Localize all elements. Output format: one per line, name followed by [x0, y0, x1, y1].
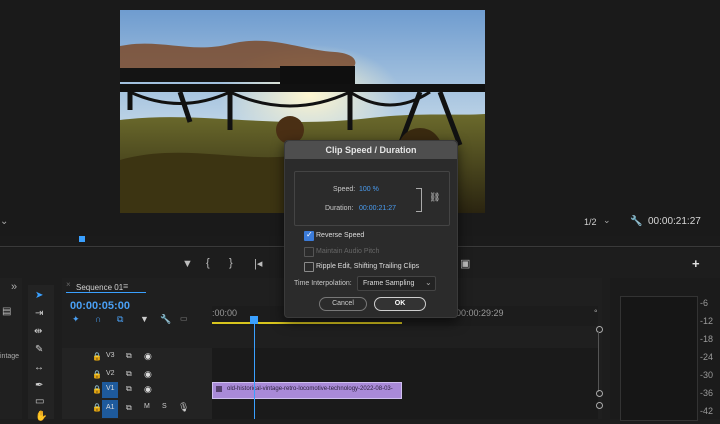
- timeline-vertical-scrollbar[interactable]: [596, 326, 603, 419]
- meter-bars: [620, 296, 698, 421]
- meter-scale-tick: -36: [700, 388, 714, 398]
- snap-icon[interactable]: ∩: [95, 314, 101, 324]
- track-header-v1[interactable]: 🔒 V1 ⧉ ◉: [62, 381, 212, 399]
- microphone-icon[interactable]: 🎙: [178, 402, 189, 413]
- add-marker-timeline-icon[interactable]: ▼: [140, 314, 149, 324]
- close-tab-icon[interactable]: ×: [66, 280, 71, 289]
- resolution-dropdown-icon[interactable]: ⌄: [603, 215, 611, 226]
- link-bracket: [416, 188, 422, 212]
- reverse-speed-checkbox[interactable]: ✓: [304, 230, 314, 241]
- linked-selection-icon[interactable]: ⧉: [117, 314, 123, 325]
- pen-tool-icon[interactable]: ✒: [35, 381, 43, 391]
- ruler-mark-label: 00:00:29:29: [456, 308, 504, 318]
- solo-button[interactable]: S: [162, 403, 167, 410]
- tools-panel: ➤ ⇥ ⇹ ✎ ↔ ✒ ▭ ✋: [28, 285, 54, 422]
- lock-icon[interactable]: 🔒: [92, 403, 102, 412]
- razor-tool-icon[interactable]: ✎: [35, 345, 43, 355]
- sequence-timecode[interactable]: 00:00:05:00: [70, 300, 130, 312]
- export-frame-icon[interactable]: ▣: [460, 257, 470, 270]
- maintain-audio-pitch-checkbox[interactable]: [304, 247, 314, 257]
- sequence-menu-icon[interactable]: ≡: [123, 281, 128, 291]
- meter-scale-tick: -6: [700, 298, 709, 308]
- track-select-tool-icon[interactable]: ⇥: [35, 309, 43, 319]
- meter-scale-tick: -24: [700, 352, 714, 362]
- project-item-label: intage: [0, 353, 20, 360]
- speed-duration-group: Speed: 100 % Duration: 00:00:21:27 ⛓: [294, 171, 450, 226]
- track-label: V1: [106, 385, 115, 392]
- button-editor-plus-icon[interactable]: +: [692, 256, 700, 271]
- sync-lock-icon[interactable]: ⧉: [126, 351, 132, 361]
- time-interpolation-select[interactable]: Frame Sampling ⌄: [357, 276, 436, 291]
- meter-scale-tick: -30: [700, 370, 714, 380]
- time-interpolation-label: Time Interpolation:: [294, 280, 352, 287]
- sync-lock-icon[interactable]: ⧉: [126, 403, 132, 413]
- panel-menu-chevron-icon[interactable]: ⌄: [0, 216, 8, 227]
- meter-scale-tick: -12: [700, 316, 714, 326]
- track-a1-area[interactable]: [212, 399, 598, 419]
- rectangle-tool-icon[interactable]: ▭: [35, 397, 44, 407]
- sync-lock-icon[interactable]: ⧉: [126, 384, 132, 394]
- slip-tool-icon[interactable]: ↔: [34, 363, 44, 373]
- clip-speed-duration-dialog: Clip Speed / Duration Speed: 100 % Durat…: [284, 140, 458, 318]
- selection-tool-icon[interactable]: ➤: [35, 291, 43, 301]
- track-label: V3: [106, 352, 115, 359]
- track-label: A1: [106, 404, 115, 411]
- track-header-v3[interactable]: 🔒 V3 ⧉ ◉: [62, 348, 212, 366]
- track-header-a1[interactable]: 🔒 A1 ⧉ M S 🎙: [62, 399, 212, 419]
- speed-label: Speed:: [333, 186, 356, 193]
- ok-button[interactable]: OK: [374, 297, 426, 311]
- duration-value[interactable]: 00:00:21:27: [359, 205, 396, 212]
- expand-panels-icon[interactable]: »: [11, 281, 17, 293]
- time-interpolation-value: Frame Sampling: [363, 280, 415, 287]
- ruler-start-label: :00:00: [212, 308, 238, 318]
- project-panel-edge: ▤ intage: [0, 278, 22, 419]
- chain-link-icon[interactable]: ⛓: [429, 192, 440, 203]
- eye-icon[interactable]: ◉: [144, 384, 152, 395]
- lock-icon[interactable]: 🔒: [92, 352, 102, 361]
- mark-in-icon[interactable]: {: [206, 257, 210, 269]
- monitor-playhead[interactable]: [79, 236, 85, 242]
- select-chevron-icon: ⌄: [425, 278, 432, 287]
- eye-icon[interactable]: ◉: [144, 351, 152, 362]
- video-clip[interactable]: old-historical-vintage-retro-locomotive-…: [212, 382, 402, 399]
- reverse-speed-label: Reverse Speed: [316, 232, 365, 239]
- nest-icon[interactable]: ✦: [72, 314, 80, 325]
- wrench-icon[interactable]: 🔧: [630, 217, 642, 227]
- clip-name: old-historical-vintage-retro-locomotive-…: [227, 386, 393, 392]
- ruler-end-marker-icon: ◦: [594, 306, 598, 317]
- timeline-settings-icon[interactable]: 🔧: [160, 314, 171, 325]
- folder-icon[interactable]: ▤: [2, 306, 11, 317]
- meter-scale-tick: -18: [700, 334, 714, 344]
- sync-lock-icon[interactable]: ⧉: [126, 369, 132, 379]
- ripple-edit-tool-icon[interactable]: ⇹: [34, 327, 42, 337]
- mute-button[interactable]: M: [144, 403, 150, 410]
- ripple-edit-label: Ripple Edit, Shifting Trailing Clips: [316, 263, 420, 270]
- track-v3-area[interactable]: [212, 348, 598, 366]
- track-label: V2: [106, 370, 115, 377]
- cancel-button[interactable]: Cancel: [319, 297, 367, 311]
- mark-out-icon[interactable]: }: [229, 257, 233, 269]
- lock-icon[interactable]: 🔒: [92, 385, 102, 394]
- duration-label: Duration:: [325, 205, 354, 212]
- resolution-select[interactable]: 1/2: [584, 217, 597, 227]
- go-to-in-icon[interactable]: |◂: [254, 257, 262, 270]
- sequence-tab[interactable]: Sequence 01: [76, 283, 123, 292]
- timeline-playhead-line: [254, 320, 255, 419]
- fx-badge-icon: [216, 386, 222, 392]
- dialog-title: Clip Speed / Duration: [285, 141, 457, 159]
- eye-icon[interactable]: ◉: [144, 369, 152, 380]
- lock-icon[interactable]: 🔒: [92, 370, 102, 379]
- hand-tool-icon[interactable]: ✋: [35, 412, 47, 422]
- meter-scale-tick: -42: [700, 406, 714, 416]
- work-area-bar[interactable]: [212, 322, 402, 324]
- captions-icon[interactable]: ▭: [180, 314, 188, 323]
- monitor-duration: 00:00:21:27: [648, 216, 701, 227]
- speed-value[interactable]: 100 %: [359, 186, 379, 193]
- audio-meter-panel: -6 -12 -18 -24 -30 -36 -42: [610, 278, 720, 421]
- ripple-edit-checkbox[interactable]: [304, 262, 314, 272]
- maintain-audio-pitch-label: Maintain Audio Pitch: [316, 248, 380, 255]
- track-v1-area[interactable]: old-historical-vintage-retro-locomotive-…: [212, 381, 598, 399]
- add-marker-icon[interactable]: ▼: [182, 258, 193, 270]
